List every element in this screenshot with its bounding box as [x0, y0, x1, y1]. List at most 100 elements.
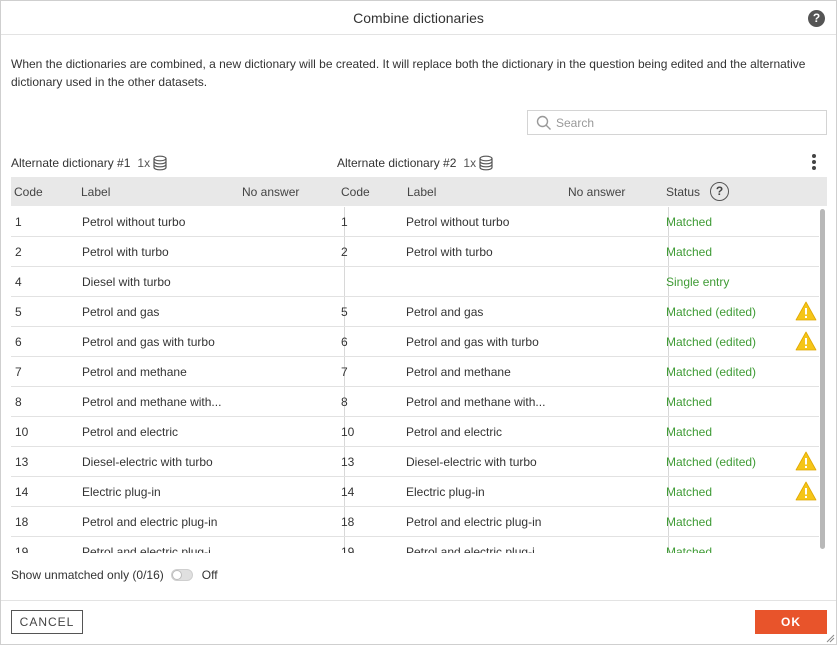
row-label-1: Petrol and methane: [82, 365, 187, 379]
database-icon: [153, 155, 167, 171]
row-label-1: Electric plug-in: [82, 485, 161, 499]
question-mark-icon[interactable]: ?: [808, 10, 825, 27]
footer-divider: [1, 600, 836, 601]
row-label-2: Petrol with turbo: [406, 245, 493, 259]
row-code-2: 18: [341, 515, 355, 529]
row-status: Matched: [666, 545, 713, 553]
warning-icon[interactable]: [795, 331, 817, 351]
row-status: Matched (edited): [666, 365, 757, 379]
table-row[interactable]: 13 Diesel-electric with turbo 13 Diesel-ele…: [11, 447, 819, 477]
status-help-icon[interactable]: ?: [710, 182, 729, 201]
row-code-1: 13: [15, 455, 29, 469]
show-unmatched-label: Show unmatched only (0/16): [11, 568, 164, 582]
table-row[interactable]: 6 Petrol and gas with turbo 6 Petrol and ga…: [11, 327, 819, 357]
row-status: Matched: [666, 425, 713, 439]
row-code-2: 8: [341, 395, 348, 409]
dialog-description: When the dictionaries are combined, a ne…: [11, 57, 806, 89]
show-unmatched-row: Show unmatched only (0/16) Off: [11, 568, 218, 582]
row-code-2: 1: [341, 215, 348, 229]
table-row[interactable]: 10 Petrol and electric 10 Petrol and electr…: [11, 417, 819, 447]
column-header-no-answer-2[interactable]: No answer: [568, 185, 625, 199]
column-header-code-1[interactable]: Code: [14, 185, 43, 199]
row-code-2: 14: [341, 485, 355, 499]
row-label-1: Diesel-electric with turbo: [82, 455, 213, 469]
row-code-2: 13: [341, 455, 355, 469]
row-label-1: Petrol and gas: [82, 305, 160, 319]
row-status: Single entry: [666, 275, 730, 289]
dictionary-1-count: 1x: [137, 156, 151, 170]
table-row[interactable]: 7 Petrol and methane 7 Petrol and methane Ma…: [11, 357, 819, 387]
table-row[interactable]: 4 Diesel with turbo Single entry: [11, 267, 819, 297]
search-input[interactable]: [554, 114, 814, 132]
dictionary-2-title: Alternate dictionary #2: [337, 156, 457, 170]
row-code-2: 5: [341, 305, 348, 319]
resize-grip-icon[interactable]: [825, 633, 835, 643]
row-code-1: 1: [15, 215, 22, 229]
ok-button[interactable]: OK: [755, 610, 827, 634]
table-row[interactable]: 14 Electric plug-in 14 Electric plug-in Matc…: [11, 477, 819, 507]
row-label-1: Petrol and electric plug-in: [82, 515, 218, 529]
column-header-label-1[interactable]: Label: [81, 185, 110, 199]
row-label-1: Petrol and electric plug-i: [82, 545, 211, 553]
row-status: Matched: [666, 515, 713, 529]
row-label-2: Petrol and methane: [406, 365, 511, 379]
row-code-1: 2: [15, 245, 22, 259]
table-body: 1 Petrol without turbo 1 Petrol without tur…: [11, 207, 827, 553]
search-box[interactable]: [527, 110, 827, 135]
database-icon: [479, 155, 493, 171]
row-label-2: Diesel-electric with turbo: [406, 455, 537, 469]
toggle-state-label: Off: [201, 568, 218, 582]
more-options-icon[interactable]: [807, 153, 821, 171]
row-code-1: 8: [15, 395, 22, 409]
row-code-1: 4: [15, 275, 22, 289]
row-code-1: 18: [15, 515, 29, 529]
cancel-button[interactable]: CANCEL: [11, 610, 83, 634]
dictionary-1-header: Alternate dictionary #1 1x: [11, 155, 168, 171]
row-label-2: Petrol and gas: [406, 305, 484, 319]
warning-icon[interactable]: [795, 451, 817, 471]
row-status: Matched (edited): [666, 455, 757, 469]
row-code-2: 19: [341, 545, 355, 553]
row-status: Matched: [666, 215, 713, 229]
row-label-2: Petrol without turbo: [406, 215, 510, 229]
table-row[interactable]: 18 Petrol and electric plug-in 18 Petrol an…: [11, 507, 819, 537]
row-label-2: Petrol and electric plug-in: [406, 515, 542, 529]
warning-icon[interactable]: [795, 301, 817, 321]
dictionary-2-count: 1x: [463, 156, 477, 170]
combine-dictionaries-dialog: Combine dictionaries ? When the dictiona…: [0, 0, 837, 645]
column-header-no-answer-1[interactable]: No answer: [242, 185, 299, 199]
table-row[interactable]: 1 Petrol without turbo 1 Petrol without tur…: [11, 207, 819, 237]
row-code-1: 6: [15, 335, 22, 349]
row-label-1: Petrol and methane with...: [82, 395, 222, 409]
row-label-1: Petrol and gas with turbo: [82, 335, 215, 349]
table-scrollbar[interactable]: [819, 207, 827, 553]
warning-icon[interactable]: [795, 481, 817, 501]
row-code-1: 14: [15, 485, 29, 499]
column-header-code-2[interactable]: Code: [341, 185, 370, 199]
row-code-1: 5: [15, 305, 22, 319]
dictionary-2-header: Alternate dictionary #2 1x: [337, 155, 494, 171]
table-row[interactable]: 5 Petrol and gas 5 Petrol and gas Matched (e…: [11, 297, 819, 327]
show-unmatched-toggle[interactable]: [170, 569, 193, 581]
column-header-status[interactable]: Status: [666, 185, 700, 199]
table-row[interactable]: 8 Petrol and methane with... 8 Petrol and m…: [11, 387, 819, 417]
row-code-2: 10: [341, 425, 355, 439]
scrollbar-thumb[interactable]: [820, 209, 825, 549]
table-row[interactable]: 19 Petrol and electric plug-i 19 Petrol and…: [11, 537, 819, 553]
dialog-titlebar: Combine dictionaries ?: [1, 1, 836, 35]
row-status: Matched: [666, 395, 713, 409]
row-code-1: 7: [15, 365, 22, 379]
row-code-2: 6: [341, 335, 348, 349]
search-icon: [536, 115, 551, 130]
table-row[interactable]: 2 Petrol with turbo 2 Petrol with turbo Matc…: [11, 237, 819, 267]
row-code-2: 7: [341, 365, 348, 379]
row-label-1: Petrol and electric: [82, 425, 179, 439]
row-label-2: Petrol and gas with turbo: [406, 335, 539, 349]
row-label-1: Petrol without turbo: [82, 215, 186, 229]
dialog-title: Combine dictionaries: [353, 10, 484, 26]
row-status: Matched (edited): [666, 305, 757, 319]
row-status: Matched: [666, 245, 713, 259]
column-header-label-2[interactable]: Label: [407, 185, 436, 199]
row-label-2: Petrol and electric plug-i: [406, 545, 535, 553]
row-code-1: 19: [15, 545, 29, 553]
